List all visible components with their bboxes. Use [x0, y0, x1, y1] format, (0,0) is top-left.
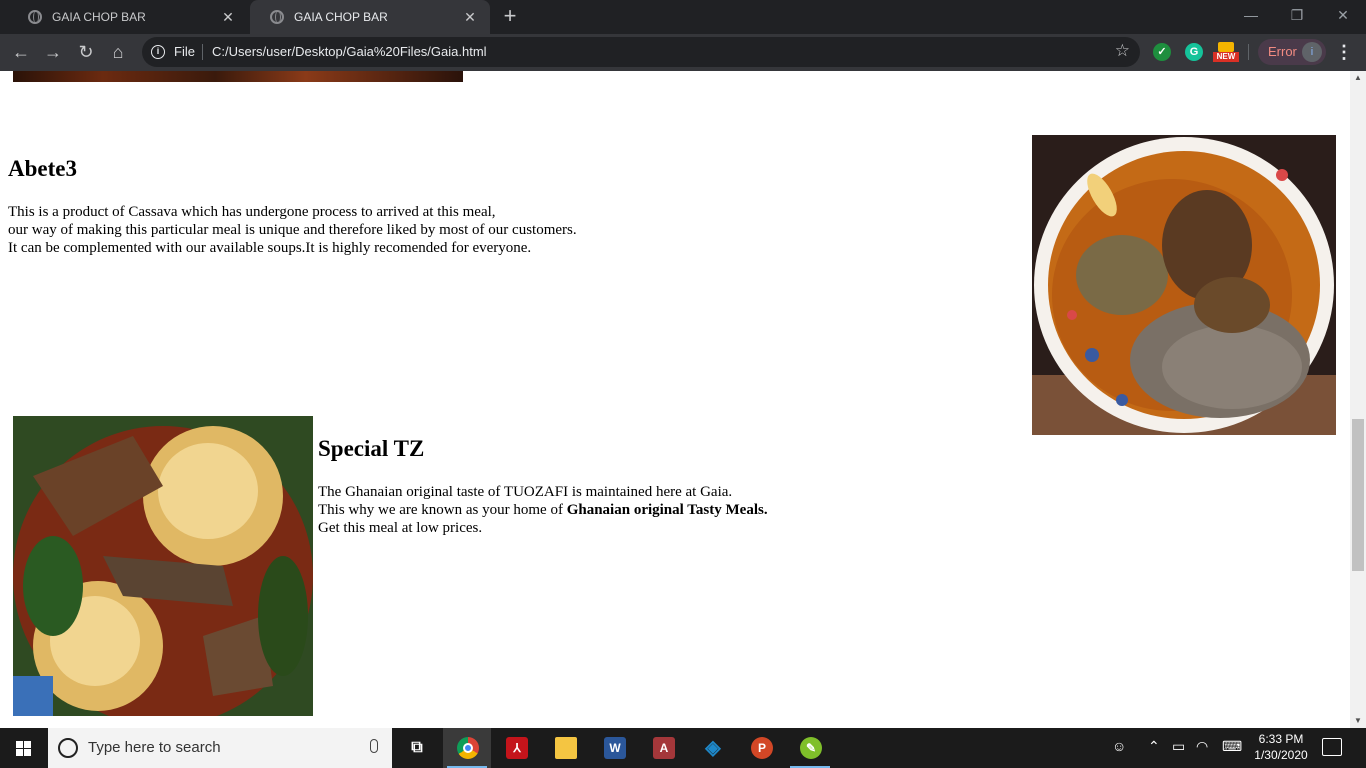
taskbar-access-icon[interactable]: A	[639, 728, 687, 768]
back-arrow-icon[interactable]: ←	[9, 40, 33, 64]
tz-line-1: The Ghanaian original taste of TUOZAFI i…	[318, 484, 733, 500]
tz-line-2-text: This why we are known as your home of	[318, 502, 567, 518]
wifi-icon[interactable]: ◠	[1196, 738, 1208, 755]
notification-center-icon[interactable]	[1322, 738, 1342, 756]
close-tab-icon[interactable]: ✕	[220, 9, 236, 25]
special-tz-meal-image	[13, 416, 313, 716]
chevron-up-icon[interactable]: ⌃	[1148, 738, 1160, 755]
abete-line-1: This is a product of Cassava which has u…	[8, 204, 496, 220]
browser-tab-2[interactable]: GAIA CHOP BAR ✕	[250, 0, 490, 34]
taskbar-sourcetree-icon[interactable]: ◈	[688, 728, 736, 768]
taskbar-search-box[interactable]: Type here to search	[48, 728, 392, 768]
star-icon[interactable]: ☆	[1115, 41, 1130, 61]
tz-line-2: This why we are known as your home of Gh…	[318, 501, 768, 519]
forward-arrow-icon[interactable]: →	[41, 40, 65, 64]
globe-icon	[270, 10, 284, 24]
url-text[interactable]: C:/Users/user/Desktop/Gaia%20Files/Gaia.…	[212, 44, 487, 59]
abete-line-2: our way of making this particular meal i…	[8, 222, 577, 238]
battery-icon[interactable]: ▭	[1172, 738, 1185, 755]
windows-taskbar: Type here to search ⧉ ⅄ W A ◈ P ✎ ☺ ⌃ ▭ …	[0, 728, 1366, 768]
minimize-icon[interactable]: —	[1228, 0, 1274, 30]
profile-status: Error	[1268, 44, 1297, 59]
globe-icon	[28, 10, 42, 24]
taskbar-acrobat-icon[interactable]: ⅄	[492, 728, 540, 768]
taskbar-notepad-plus-plus-icon[interactable]: ✎	[786, 728, 834, 768]
reload-icon[interactable]: ↻	[74, 40, 98, 64]
window-close-icon[interactable]: ✕	[1320, 0, 1366, 30]
special-tz-heading: Special TZ	[318, 436, 425, 461]
scroll-up-icon[interactable]: ▲	[1350, 71, 1366, 85]
browser-toolbar: ← → ↻ ⌂ i File C:/Users/user/Desktop/Gai…	[0, 34, 1366, 71]
abete-description: This is a product of Cassava which has u…	[8, 203, 577, 257]
windows-start-icon[interactable]	[0, 728, 48, 768]
address-bar[interactable]: i File C:/Users/user/Desktop/Gaia%20File…	[142, 37, 1140, 67]
tab-strip: GAIA CHOP BAR ✕ GAIA CHOP BAR ✕ + — ❐ ✕	[0, 0, 1366, 34]
abete-heading: Abete3	[8, 156, 77, 181]
new-tab-button[interactable]: +	[499, 5, 521, 27]
special-tz-description: The Ghanaian original taste of TUOZAFI i…	[318, 483, 768, 537]
clock-date: 1/30/2020	[1254, 748, 1308, 762]
close-tab-icon[interactable]: ✕	[462, 9, 478, 25]
tz-line-3: Get this meal at low prices.	[318, 520, 483, 536]
home-icon[interactable]: ⌂	[106, 40, 130, 64]
abete-line-3: It can be complemented with our availabl…	[8, 240, 532, 256]
microphone-icon[interactable]	[370, 739, 378, 753]
restore-icon[interactable]: ❐	[1274, 0, 1320, 30]
scrollbar-thumb[interactable]	[1352, 419, 1364, 571]
profile-error-button[interactable]: Error i	[1258, 39, 1326, 65]
browser-tab-1[interactable]: GAIA CHOP BAR ✕	[8, 0, 248, 34]
gift-icon	[1218, 42, 1234, 52]
cortana-icon	[58, 738, 78, 758]
clock-time: 6:33 PM	[1258, 732, 1304, 746]
page-viewport: Abete3 This is a product of Cassava whic…	[0, 71, 1350, 728]
grammarly-extension-icon[interactable]: G	[1185, 43, 1203, 61]
task-view-icon[interactable]: ⧉	[392, 728, 440, 768]
taskbar-powerpoint-icon[interactable]: P	[737, 728, 785, 768]
new-extension-icon[interactable]: NEW	[1213, 42, 1239, 62]
taskbar-clock[interactable]: 6:33 PM 1/30/2020	[1248, 731, 1314, 763]
scheme-label: File	[174, 44, 195, 59]
abete-bowl-illustration	[1032, 135, 1336, 435]
site-info-icon[interactable]: i	[151, 45, 165, 59]
page-scrollbar[interactable]: ▲ ▼	[1350, 71, 1366, 728]
checkmark-extension-icon[interactable]: ✓	[1153, 43, 1171, 61]
tz-bowl-illustration	[13, 416, 313, 716]
previous-meal-image	[13, 71, 463, 82]
taskbar-chrome-icon[interactable]	[443, 728, 491, 768]
new-badge: NEW	[1213, 52, 1239, 62]
taskbar-word-icon[interactable]: W	[590, 728, 638, 768]
people-icon[interactable]: ☺	[1112, 738, 1126, 754]
taskbar-file-explorer-icon[interactable]	[541, 728, 589, 768]
avatar: i	[1302, 42, 1322, 62]
abete-meal-image	[1032, 135, 1336, 435]
toolbar-divider	[1248, 44, 1249, 60]
kebab-menu-icon[interactable]: ⋮	[1334, 40, 1354, 64]
search-placeholder: Type here to search	[88, 739, 221, 756]
tz-line-2-bold: Ghanaian original Tasty Meals.	[566, 502, 768, 518]
tab-title: GAIA CHOP BAR	[52, 10, 146, 24]
tab-title: GAIA CHOP BAR	[294, 10, 388, 24]
scroll-down-icon[interactable]: ▼	[1350, 714, 1366, 728]
omnibox-divider	[202, 44, 203, 60]
keyboard-icon[interactable]: ⌨	[1222, 738, 1242, 755]
